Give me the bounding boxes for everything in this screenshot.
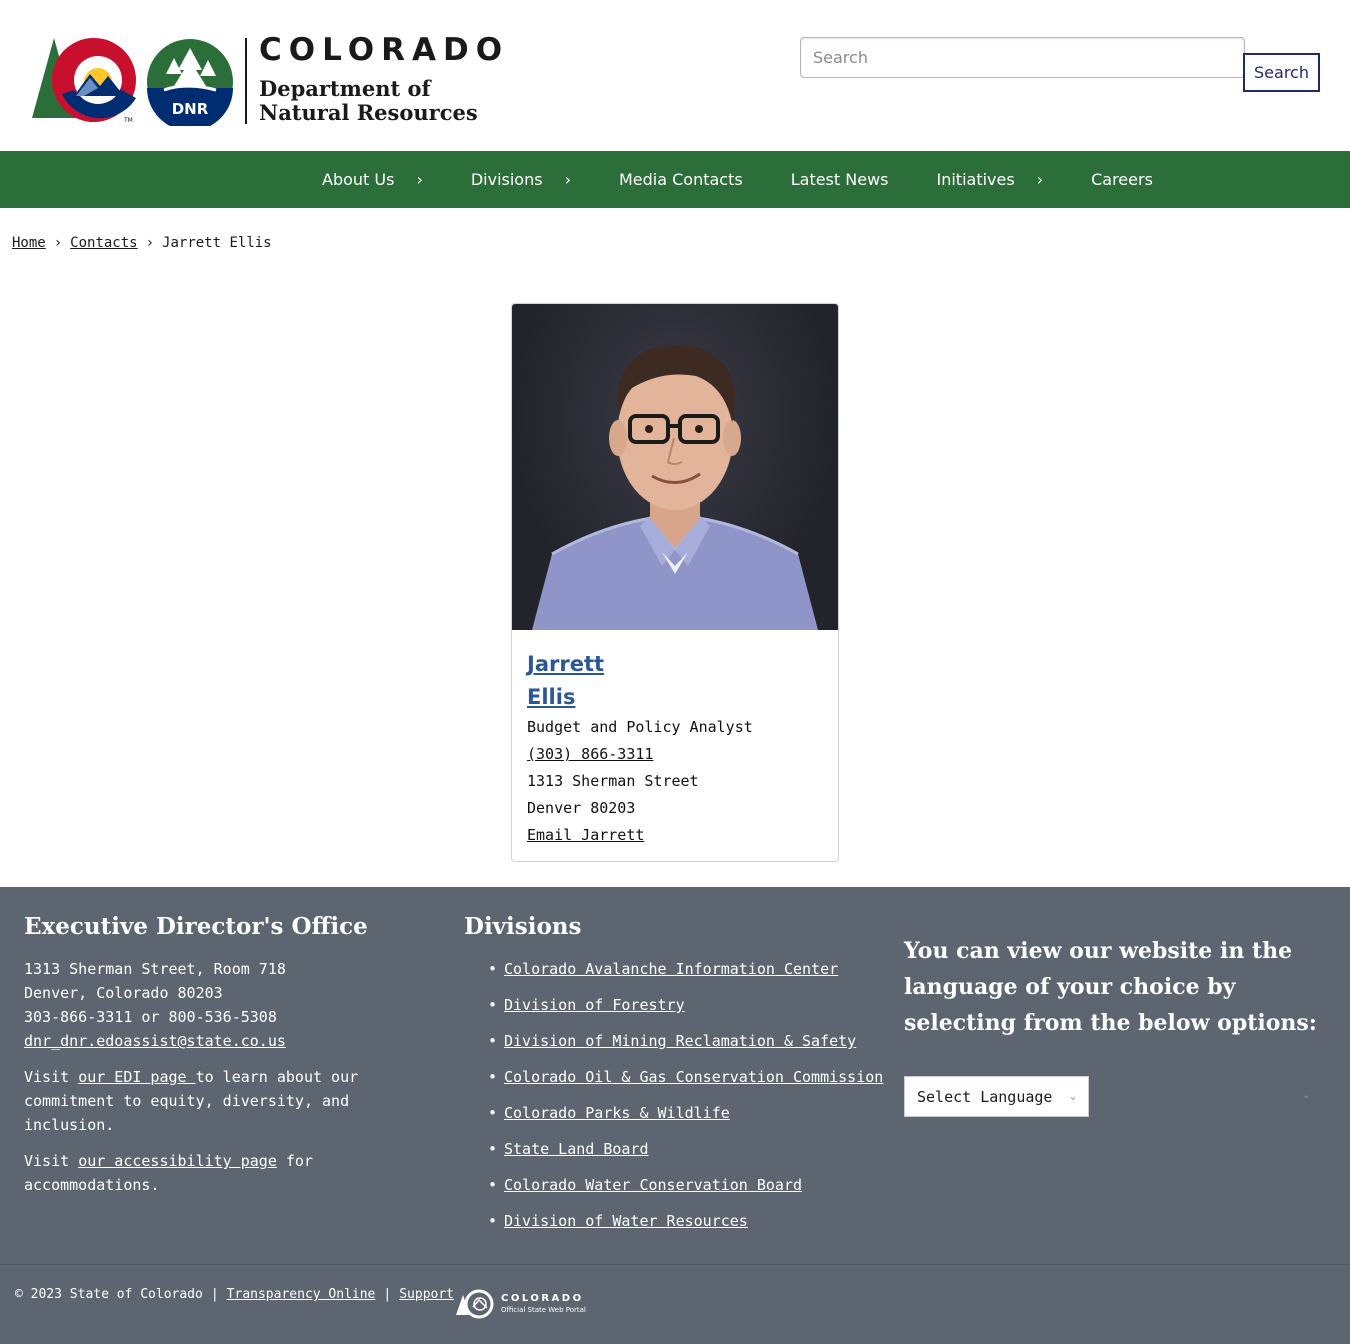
svg-text:TM: TM <box>123 117 133 124</box>
footer-address-line2: Denver, Colorado 80203 <box>24 984 223 1002</box>
chevron-down-icon: ⌄ <box>1302 1090 1311 1101</box>
nav-item-label: Divisions <box>470 170 543 189</box>
list-item: Division of Forestry <box>488 993 884 1017</box>
nav-item-careers[interactable]: Careers <box>1067 151 1177 208</box>
footer-divisions-column: Divisions Colorado Avalanche Information… <box>464 913 884 1245</box>
contact-phone-link[interactable]: (303) 866-3311 <box>527 745 653 763</box>
chevron-right-icon[interactable]: › <box>416 170 422 189</box>
chevron-right-icon[interactable]: › <box>1037 170 1043 189</box>
division-link[interactable]: Division of Forestry <box>504 996 685 1014</box>
logo-dept-line2: Natural Resources <box>259 100 478 125</box>
main-nav: About Us › Divisions › Media Contacts La… <box>0 151 1350 208</box>
breadcrumb: Home › Contacts › Jarrett Ellis <box>12 235 272 251</box>
pipe-separator: | <box>210 1287 219 1302</box>
list-item: Colorado Oil & Gas Conservation Commissi… <box>488 1065 884 1089</box>
division-link[interactable]: Colorado Oil & Gas Conservation Commissi… <box>504 1068 883 1086</box>
colorado-c-logo-icon: TM <box>32 38 136 124</box>
contact-city-zip: Denver 80203 <box>527 799 636 817</box>
chevron-right-icon[interactable]: › <box>565 170 571 189</box>
main-nav-items: About Us › Divisions › Media Contacts La… <box>298 151 1177 208</box>
pipe-separator: | <box>383 1287 392 1302</box>
colorado-portal-logo[interactable]: COLORADO Official State Web Portal <box>455 1289 586 1319</box>
breadcrumb-separator: › <box>53 235 63 251</box>
nav-item-label: Careers <box>1091 170 1153 189</box>
list-item: Division of Mining Reclamation & Safety <box>488 1029 884 1053</box>
footer-edi-prefix: Visit <box>24 1068 79 1086</box>
footer-office-address: 1313 Sherman Street, Room 718 Denver, Co… <box>24 957 424 1053</box>
breadcrumb-contacts-link[interactable]: Contacts <box>70 235 137 251</box>
dnr-badge-icon: DNR <box>147 39 233 126</box>
nav-item-label: Initiatives <box>936 170 1015 189</box>
logo-dept-line1: Department of <box>259 76 431 101</box>
division-link[interactable]: Division of Mining Reclamation & Safety <box>504 1032 856 1050</box>
contact-card: Jarrett Ellis Budget and Policy Analyst … <box>511 303 839 862</box>
breadcrumb-home-link[interactable]: Home <box>12 235 46 251</box>
contact-title: Budget and Policy Analyst <box>527 718 753 736</box>
transparency-online-link[interactable]: Transparency Online <box>227 1287 376 1302</box>
site-header: TM DNR COLORADO Department of Natural Re… <box>0 0 1350 151</box>
footer-language-heading: You can view our website in the language… <box>904 938 1317 1036</box>
site-footer: Executive Director's Office 1313 Sherman… <box>0 887 1350 1264</box>
division-link[interactable]: Colorado Avalanche Information Center <box>504 960 838 978</box>
chevron-down-icon: ⌄ <box>1069 1091 1076 1102</box>
copyright-text: © 2023 State of Colorado <box>15 1287 203 1302</box>
nav-item-label: About Us <box>322 170 395 189</box>
person-portrait-icon <box>532 345 818 630</box>
footer-divisions-list: Colorado Avalanche Information Center Di… <box>464 957 884 1233</box>
dnr-logo[interactable]: TM DNR COLORADO Department of Natural Re… <box>28 32 508 128</box>
footer-email-link[interactable]: dnr_dnr.edoassist@state.co.us <box>24 1032 286 1050</box>
search-button[interactable]: Search <box>1243 53 1320 92</box>
logo-department-name: Department of Natural Resources <box>259 77 478 125</box>
division-link[interactable]: Colorado Parks & Wildlife <box>504 1104 730 1122</box>
portal-title: COLORADO <box>501 1293 584 1304</box>
division-link[interactable]: Division of Water Resources <box>504 1212 748 1230</box>
contact-street: 1313 Sherman Street <box>527 772 699 790</box>
footer-edi-text: Visit our EDI page to learn about our co… <box>24 1065 424 1137</box>
contact-first-name-link[interactable]: Jarrett <box>527 648 827 681</box>
nav-item-label: Media Contacts <box>618 170 743 189</box>
division-link[interactable]: State Land Board <box>504 1140 649 1158</box>
division-link[interactable]: Colorado Water Conservation Board <box>504 1176 802 1194</box>
nav-item-about-us[interactable]: About Us › <box>298 151 447 208</box>
footer-office-heading: Executive Director's Office <box>24 913 368 940</box>
footer-language-column: You can view our website in the language… <box>904 933 1324 1117</box>
nav-item-label: Latest News <box>790 170 889 189</box>
support-link[interactable]: Support <box>399 1287 454 1302</box>
footer-access-prefix: Visit <box>24 1152 79 1170</box>
nav-item-divisions[interactable]: Divisions › <box>447 151 595 208</box>
bottom-bar: © 2023 State of Colorado | Transparency … <box>0 1264 1350 1344</box>
colorado-portal-icon <box>456 1289 494 1319</box>
logo-divider <box>245 38 247 124</box>
nav-item-initiatives[interactable]: Initiatives › <box>912 151 1067 208</box>
search-input[interactable] <box>800 37 1245 78</box>
contact-photo <box>512 304 838 630</box>
footer-accessibility-text: Visit our accessibility page for accommo… <box>24 1149 424 1197</box>
svg-text:DNR: DNR <box>172 100 209 118</box>
language-select[interactable]: Select Language ⌄ <box>904 1076 1089 1117</box>
nav-item-media-contacts[interactable]: Media Contacts <box>595 151 767 208</box>
logo-state-name: COLORADO <box>259 32 510 68</box>
contact-details: Jarrett Ellis Budget and Policy Analyst … <box>527 648 827 849</box>
footer-phones: 303-866-3311 or 800-536-5308 <box>24 1008 277 1026</box>
bottom-links: © 2023 State of Colorado | Transparency … <box>15 1287 454 1302</box>
contact-last-name-link[interactable]: Ellis <box>527 681 827 714</box>
list-item: Colorado Parks & Wildlife <box>488 1101 884 1125</box>
list-item: Colorado Avalanche Information Center <box>488 957 884 981</box>
breadcrumb-separator: › <box>145 235 155 251</box>
footer-accessibility-link[interactable]: our accessibility page <box>78 1152 277 1170</box>
language-select-label: Select Language <box>917 1087 1053 1106</box>
contact-email-link[interactable]: Email Jarrett <box>527 826 644 844</box>
footer-divisions-heading: Divisions <box>464 913 582 940</box>
footer-address-line1: 1313 Sherman Street, Room 718 <box>24 960 286 978</box>
nav-item-latest-news[interactable]: Latest News <box>767 151 913 208</box>
list-item: State Land Board <box>488 1137 884 1161</box>
list-item: Colorado Water Conservation Board <box>488 1173 884 1197</box>
footer-edi-link[interactable]: our EDI page <box>78 1068 195 1086</box>
footer-office-column: Executive Director's Office 1313 Sherman… <box>24 913 424 1197</box>
list-item: Division of Water Resources <box>488 1209 884 1233</box>
portal-subtitle: Official State Web Portal <box>501 1306 586 1314</box>
breadcrumb-current: Jarrett Ellis <box>162 235 272 251</box>
